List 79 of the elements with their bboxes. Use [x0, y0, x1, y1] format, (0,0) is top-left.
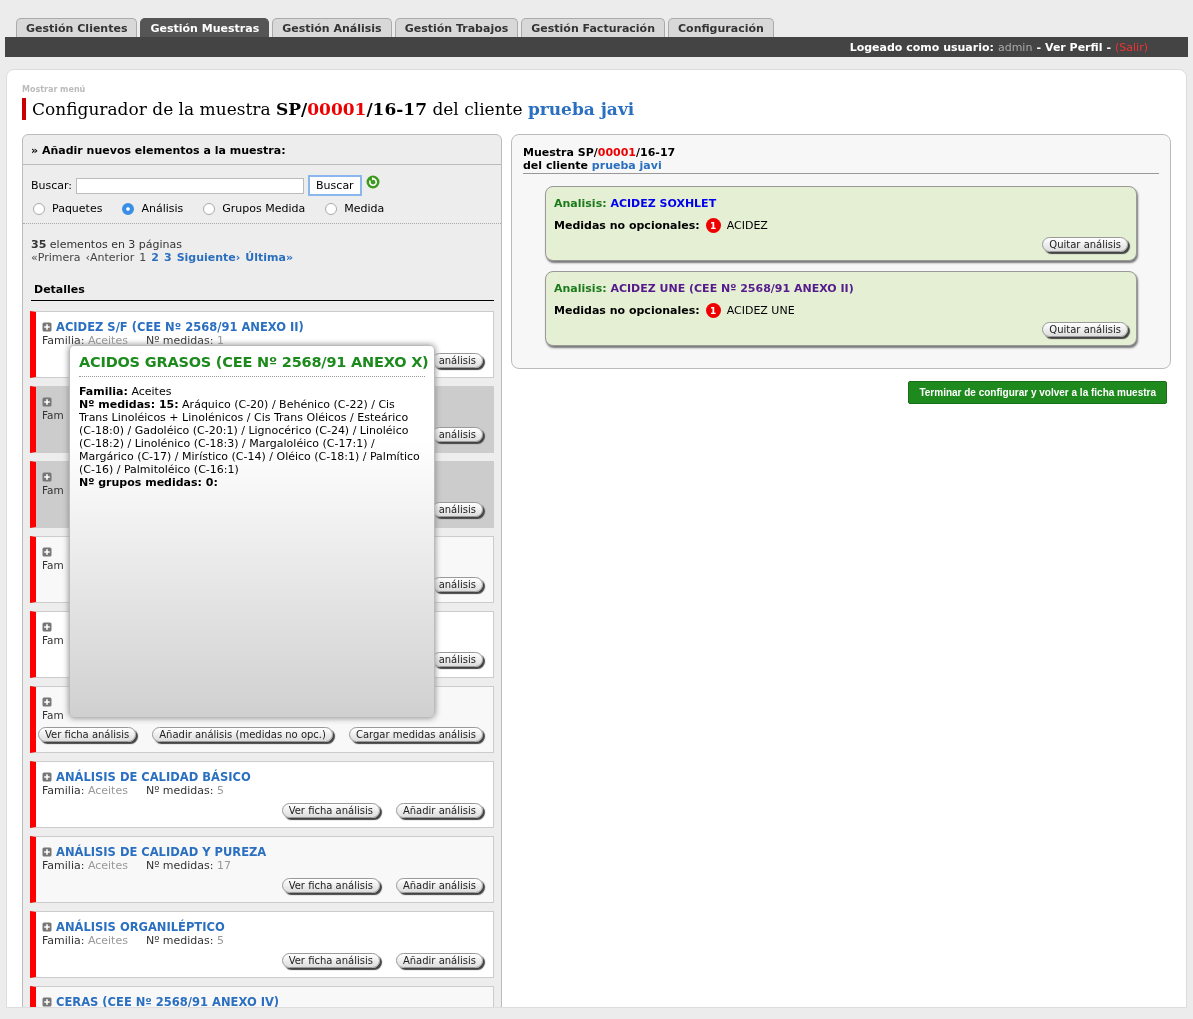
pagination-link[interactable]: ‹Anterior — [85, 251, 135, 264]
remove-analysis-button[interactable]: Quitar análisis — [1042, 237, 1128, 252]
pagination-link[interactable]: 2 — [151, 251, 159, 264]
analysis-title-link[interactable]: ACIDEZ S/F (CEE Nº 2568/91 ANEXO II) — [56, 320, 304, 334]
search-button[interactable]: Buscar — [308, 175, 362, 196]
analysis-meta: Familia: Aceites Nº medidas: 1 — [42, 334, 225, 347]
nav-tab[interactable]: Gestión Análisis — [272, 18, 392, 37]
nav-tab[interactable]: Configuración — [668, 18, 774, 37]
action-button[interactable]: Ver ficha análisis — [281, 803, 380, 818]
profile-link[interactable]: Ver Perfil — [1044, 40, 1103, 54]
analysis-title-link[interactable]: ANÁLISIS ORGANILÉPTICO — [56, 920, 225, 934]
action-button[interactable]: Añadir análisis — [395, 953, 483, 968]
search-field[interactable] — [76, 177, 305, 194]
sample-client: del cliente prueba javi — [523, 159, 663, 172]
radio-option[interactable]: Medida — [325, 202, 385, 215]
nav-tab[interactable]: Gestión Muestras — [140, 18, 270, 37]
action-button[interactable]: Ver ficha análisis — [37, 727, 137, 742]
expand-icon[interactable] — [42, 922, 52, 932]
finish-button[interactable]: Terminar de configurar y volver a la ficha muestra — [908, 381, 1167, 404]
username: admin — [997, 40, 1033, 54]
radio-option[interactable]: Grupos Medida — [203, 202, 306, 215]
action-button[interactable]: Ver ficha análisis — [281, 953, 380, 968]
pagination-link[interactable]: Siguiente› — [176, 251, 241, 264]
analysis-meta: Fam — [42, 484, 64, 496]
count-badge: 1 — [705, 218, 721, 233]
analysis-title-link[interactable]: ANÁLISIS DE CALIDAD BÁSICO — [56, 770, 251, 784]
panel-heading: » Añadir nuevos elementos a la muestra: — [23, 135, 501, 165]
tooltip-measures: Nº medidas: 15: Aráquico (C-20) / Behénico (C-22) / Cis Trans Linoléicos + Linolénicos / Cis Trans Oléicos / Esteárico (C-18:0) / Gadoléico (C-20:1) / Lignocérico (C-24) / Linoléico (C-18:2) / Linolénico (C-18:3) / Margaloléico (C-17:1) / Margárico (C-17) / Mirístico (C-14) / Oléico (C-18:1) / Palmítico (C-16) / Palmitoléico (C-16:1) — [79, 398, 421, 476]
action-button[interactable]: Añadir análisis — [395, 878, 483, 893]
expand-icon[interactable] — [42, 472, 52, 482]
expand-icon[interactable] — [42, 547, 52, 557]
analysis-meta: Fam — [42, 709, 64, 721]
action-button[interactable]: Añadir análisis (medidas no opc.) — [152, 727, 333, 742]
results-count: 35 elementos en 3 páginas — [30, 238, 184, 251]
count-badge: 1 — [705, 303, 721, 318]
current-page[interactable]: 1 — [139, 251, 147, 264]
pagination-link[interactable]: 3 — [163, 251, 172, 264]
analysis-meta: Fam — [42, 409, 64, 421]
radio-option[interactable]: Análisis — [122, 202, 184, 215]
sample-title: Muestra SP/00001/16-17 — [523, 146, 677, 159]
expand-icon[interactable] — [42, 697, 52, 707]
analysis-meta: Fam — [42, 634, 64, 646]
page-title: Configurador de la muestra SP/00001/16-17 del cliente prueba javi — [22, 98, 1171, 120]
expand-icon[interactable] — [42, 847, 52, 857]
tooltip-groups: Nº grupos medidas: 0: — [79, 476, 425, 489]
separator: - — [1036, 40, 1041, 54]
pagination-link[interactable]: Última» — [245, 251, 294, 264]
details-heading: Detalles — [31, 283, 494, 301]
measures-label: Medidas no opcionales: — [554, 219, 700, 232]
action-button[interactable]: Ver ficha análisis — [281, 878, 380, 893]
analysis-title-link[interactable]: ANÁLISIS DE CALIDAD Y PUREZA — [56, 845, 267, 859]
remove-analysis-button[interactable]: Quitar análisis — [1042, 322, 1128, 337]
nav-tab[interactable]: Gestión Clientes — [16, 18, 138, 37]
expand-icon[interactable] — [42, 997, 52, 1007]
analysis-meta: Familia: Aceites Nº medidas: 17 — [42, 859, 232, 872]
measures-label: Medidas no opcionales: — [554, 304, 700, 317]
nav-tab[interactable]: Gestión Trabajos — [394, 18, 519, 37]
radio-option[interactable]: Paquetes — [33, 202, 103, 215]
separator: - — [1106, 40, 1112, 54]
expand-icon[interactable] — [42, 622, 52, 632]
action-button[interactable]: Añadir análisis — [395, 803, 483, 818]
user-label: Logeado como usuario: — [849, 40, 994, 54]
action-button[interactable]: Cargar medidas análisis — [348, 727, 483, 742]
analysis-meta: Familia: Aceites Nº medidas: 5 — [42, 934, 225, 947]
analysis-meta: Fam — [42, 559, 64, 571]
measure-name: ACIDEZ UNE — [726, 304, 795, 317]
pagination-link[interactable]: «Primera — [31, 251, 81, 264]
analysis-name: Analisis: ACIDEZ SOXHLET — [554, 197, 718, 210]
nav-tab[interactable]: Gestión Facturación — [521, 18, 665, 37]
measure-name: ACIDEZ — [726, 219, 768, 232]
expand-icon[interactable] — [42, 397, 52, 407]
analysis-title-link[interactable]: CERAS (CEE Nº 2568/91 ANEXO IV) — [56, 995, 280, 1007]
expand-icon[interactable] — [42, 772, 52, 782]
tooltip-family: Familia: Aceites — [79, 385, 173, 398]
analysis-name: Analisis: ACIDEZ UNE (CEE Nº 2568/91 ANEXO II) — [554, 282, 855, 295]
refresh-icon[interactable] — [365, 175, 380, 189]
analysis-meta: Familia: Aceites Nº medidas: 5 — [42, 784, 225, 797]
expand-icon[interactable] — [42, 322, 52, 332]
search-label: Buscar: — [31, 179, 73, 192]
